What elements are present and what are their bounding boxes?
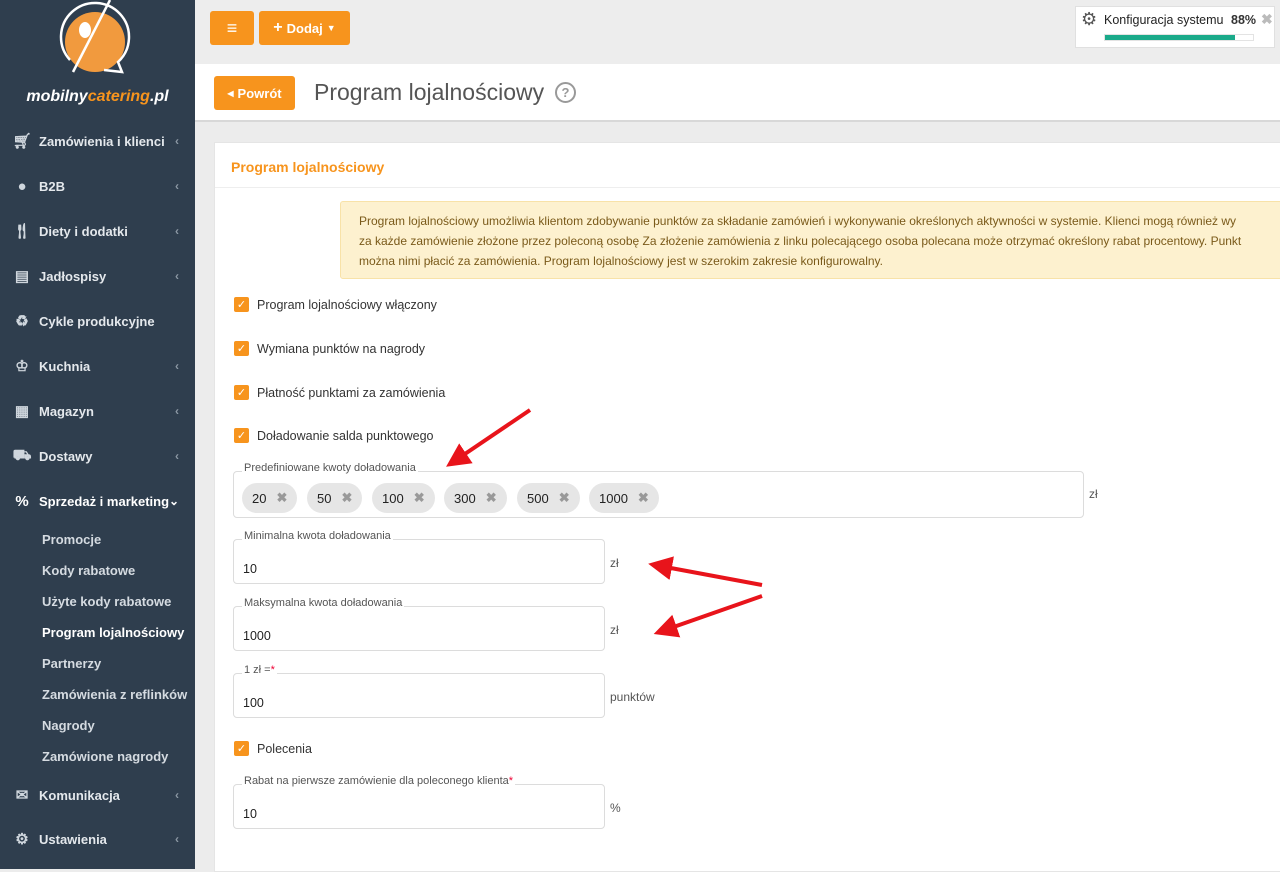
annotation-arrows xyxy=(446,408,763,638)
arrow-icon xyxy=(648,556,763,587)
arrow-icon xyxy=(446,408,532,467)
arrow-icon xyxy=(653,594,763,638)
